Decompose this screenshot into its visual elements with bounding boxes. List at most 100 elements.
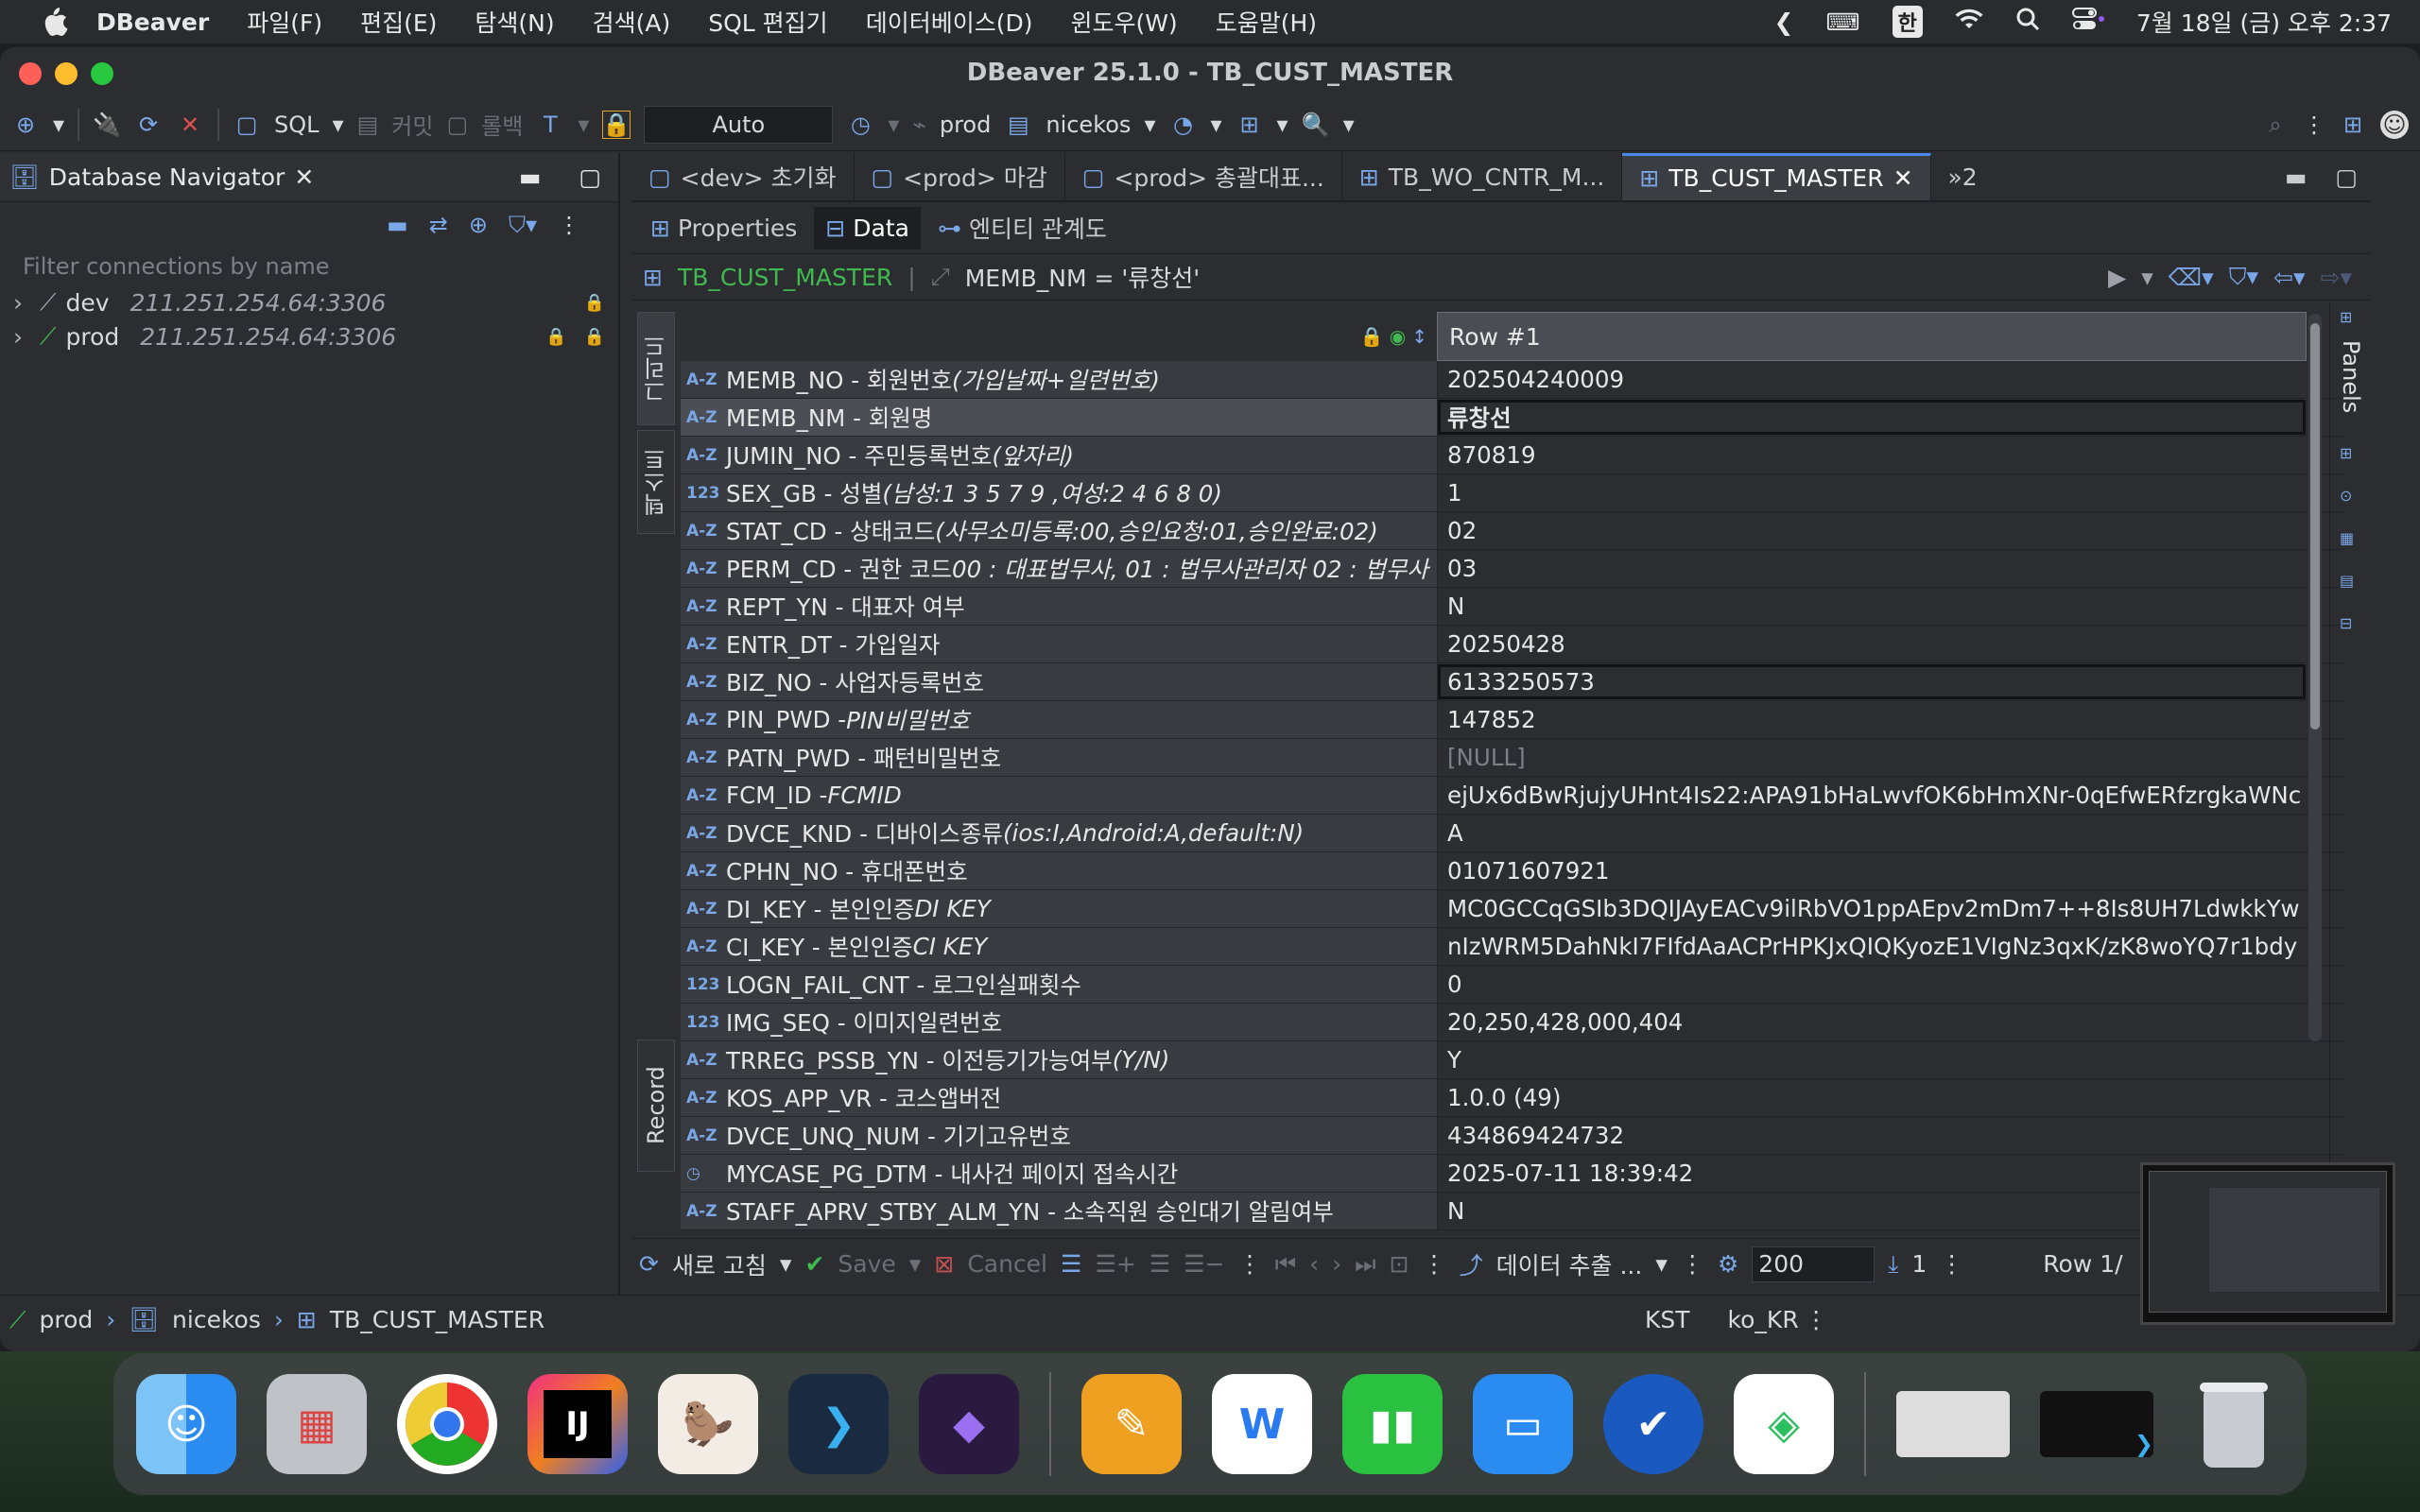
save-button[interactable]: Save	[838, 1250, 895, 1278]
launchpad-icon[interactable]: ▦	[267, 1374, 367, 1474]
value-cell[interactable]: 20250428	[1437, 626, 2307, 662]
column-name-cell[interactable]: A-Z ENTR_DT - 가입일자	[681, 626, 1437, 662]
export-data-button[interactable]: 데이터 추출 ...	[1496, 1247, 1643, 1281]
column-name-cell[interactable]: 123 LOGN_FAIL_CNT - 로그인실패횟수	[681, 966, 1437, 1003]
perspective-icon[interactable]: ⊞	[2339, 111, 2367, 139]
trash-icon[interactable]	[2184, 1374, 2284, 1474]
grouping-panel-icon[interactable]: ▤	[2340, 572, 2354, 590]
record-row[interactable]: A-Z STAT_CD - 상태코드 (사무소미등록:00,승인요청:01,승인완료…	[681, 512, 2344, 550]
more-icon[interactable]: ⋮	[2303, 112, 2325, 138]
record-row[interactable]: 123 IMG_SEQ - 이미지일련번호 20,250,428,000,404	[681, 1004, 2344, 1041]
connection-item-dev[interactable]: › ⟋ dev 211.251.254.64:3306 🔒	[0, 285, 618, 319]
more-icon[interactable]: ⋮	[1238, 1250, 1262, 1278]
column-name-cell[interactable]: A-Z PERM_CD - 권한 코드 00 : 대표법무사, 01 : 법무사관…	[681, 550, 1437, 587]
value-cell[interactable]: 202504240009	[1437, 361, 2307, 398]
connection-item-prod[interactable]: › ⟋ prod 211.251.254.64:3306 🔒 🔒	[0, 319, 618, 353]
record-row[interactable]: A-Z DVCE_UNQ_NUM - 기기고유번호 434869424732	[681, 1117, 2344, 1155]
record-row[interactable]: A-Z MEMB_NO - 회원번호 (가입날짜+일련번호) 202504240009	[681, 361, 2344, 399]
tab-overflow[interactable]: »2	[1931, 153, 1995, 200]
collapse-all-icon[interactable]: ▬	[387, 212, 408, 238]
dashboard-icon[interactable]: ◔	[1168, 111, 1197, 139]
record-row[interactable]: ◷ MYCASE_PG_DTM - 내사건 페이지 접속시간 2025-07-11 …	[681, 1155, 2344, 1193]
value-cell[interactable]: A	[1437, 815, 2307, 851]
search-toolbar-icon[interactable]: 🔍	[1302, 111, 1330, 139]
value-cell[interactable]: ejUx6dBwRjujyUHnt4Is22:APA91bHaLwvfOK6bH…	[1437, 777, 2307, 814]
tab-properties[interactable]: ⊞ Properties	[639, 207, 808, 249]
menu-help[interactable]: 도움말(H)	[1216, 5, 1317, 39]
column-name-cell[interactable]: A-Z REPT_YN - 대표자 여부	[681, 588, 1437, 625]
add-row-icon[interactable]: ☰+	[1095, 1250, 1135, 1278]
record-row[interactable]: A-Z STAFF_APRV_STBY_ALM_YN - 소속직원 승인대기 알림…	[681, 1193, 2344, 1230]
column-name-cell[interactable]: A-Z MEMB_NM - 회원명	[681, 399, 1437, 436]
last-page-icon[interactable]: ⏭	[1355, 1250, 1376, 1279]
connect-icon[interactable]: 🔌	[93, 111, 121, 139]
record-row[interactable]: A-Z KOS_APP_VR - 코스앱버전 1.0.0 (49)	[681, 1079, 2344, 1117]
lock-icon[interactable]: 🔒	[602, 110, 631, 139]
text-view-tab[interactable]: 텍스트	[637, 430, 675, 534]
record-row[interactable]: A-Z FCM_ID - FCMID ejUx6dBwRjujyUHnt4Is22:…	[681, 777, 2344, 815]
status-schema[interactable]: nicekos	[172, 1306, 261, 1333]
app-name[interactable]: DBeaver	[96, 9, 209, 36]
link-with-editor-icon[interactable]: ⇄	[429, 212, 448, 238]
chevron-right-icon[interactable]: ›	[13, 323, 30, 351]
status-table[interactable]: TB_CUST_MASTER	[330, 1306, 544, 1333]
filter-expression-input[interactable]: MEMB_NM = '류창선'	[965, 260, 2093, 294]
value-cell[interactable]: 434869424732	[1437, 1117, 2307, 1154]
maximize-icon[interactable]: ▢	[579, 163, 601, 191]
calc-panel-icon[interactable]: ▦	[2340, 529, 2354, 547]
tab-prod-close[interactable]: ▢ <prod> 마감	[855, 153, 1065, 200]
maximize-icon[interactable]: ▢	[2335, 163, 2358, 191]
disconnect-icon[interactable]: ✕	[176, 111, 204, 139]
expand-icon[interactable]: ⤢	[931, 263, 950, 291]
tab-tb-wo-cntr[interactable]: ⊞ TB_WO_CNTR_M...	[1342, 153, 1623, 200]
dbeaver-icon[interactable]: 🦫	[658, 1374, 758, 1474]
fetch-size-input[interactable]: 200	[1752, 1246, 1876, 1282]
control-center-icon[interactable]	[2071, 7, 2104, 37]
zoom-window-button[interactable]	[91, 62, 113, 85]
commit-icon[interactable]: ▤	[357, 112, 379, 138]
tab-dev-init[interactable]: ▢ <dev> 초기화	[631, 153, 855, 200]
menu-file[interactable]: 파일(F)	[247, 5, 322, 39]
menu-sql-editor[interactable]: SQL 편집기	[708, 5, 827, 39]
column-name-cell[interactable]: 123 SEX_GB - 성별 (남성:1 3 5 7 9 ,여성:2 4 6 8 …	[681, 474, 1437, 511]
column-name-cell[interactable]: A-Z DI_KEY - 본인인증 DI KEY	[681, 890, 1437, 927]
window-preview-thumbnail[interactable]	[2140, 1162, 2395, 1325]
cancel-button[interactable]: Cancel	[967, 1250, 1047, 1278]
sort-icon[interactable]: ↕	[1411, 325, 1427, 348]
refresh-icon[interactable]: ⟳	[639, 1250, 659, 1278]
dropdown-arrow-icon[interactable]: ▾	[53, 112, 64, 138]
intellij-icon[interactable]: IJ	[527, 1374, 628, 1474]
column-name-cell[interactable]: A-Z TRREG_PSSB_YN - 이전등기가능여부 (Y/N)	[681, 1041, 1437, 1078]
value-cell[interactable]: 0	[1437, 966, 2307, 1003]
forward-icon[interactable]: ⇨▾	[2321, 264, 2353, 291]
more-icon[interactable]: ⋮	[1681, 1250, 1704, 1278]
delete-row-icon[interactable]: ☰−	[1184, 1250, 1224, 1278]
sql-button[interactable]: SQL	[274, 112, 320, 138]
record-row[interactable]: A-Z DI_KEY - 본인인증 DI KEY MC0GCCqGSIb3DQIJA…	[681, 890, 2344, 928]
navigator-title[interactable]: Database Navigator	[49, 163, 285, 191]
column-name-cell[interactable]: A-Z CPHN_NO - 휴대폰번호	[681, 852, 1437, 889]
active-connection-selector[interactable]: prod	[940, 112, 992, 138]
wifi-icon[interactable]	[1955, 8, 1983, 36]
filter-icon[interactable]: ⛉▾	[2229, 263, 2258, 291]
save-icon[interactable]: ✔	[804, 1250, 824, 1278]
column-name-cell[interactable]: A-Z CI_KEY - 본인인증 CI KEY	[681, 928, 1437, 965]
value-cell[interactable]: 870819	[1437, 437, 2307, 473]
sql-editor-icon[interactable]: ▢	[233, 111, 261, 139]
tab-data[interactable]: ⊟ Data	[814, 206, 921, 249]
input-source-badge[interactable]: 한	[1892, 6, 1923, 38]
network-icon[interactable]: ⊞	[1236, 111, 1264, 139]
column-name-cell[interactable]: A-Z KOS_APP_VR - 코스앱버전	[681, 1079, 1437, 1116]
menu-edit[interactable]: 편집(E)	[360, 5, 437, 39]
connection-filter-input[interactable]: Filter connections by name	[0, 248, 618, 285]
record-row[interactable]: A-Z BIZ_NO - 사업자등록번호 6133250573	[681, 663, 2344, 701]
metadata-panel-icon[interactable]: ⊙	[2340, 487, 2352, 505]
record-mode-button[interactable]: Record	[637, 1040, 675, 1172]
minimize-icon[interactable]: ▬	[519, 163, 542, 191]
value-cell[interactable]: [NULL]	[1437, 739, 2307, 776]
value-cell[interactable]: N	[1437, 588, 2307, 625]
panels-icon[interactable]: ⊞	[2340, 308, 2352, 326]
minimize-window-button[interactable]	[55, 62, 78, 85]
grid-view-tab[interactable]: 그리드	[637, 312, 675, 425]
record-row[interactable]: A-Z CI_KEY - 본인인증 CI KEY nIzWRM5DahNkI7FIf…	[681, 928, 2344, 966]
